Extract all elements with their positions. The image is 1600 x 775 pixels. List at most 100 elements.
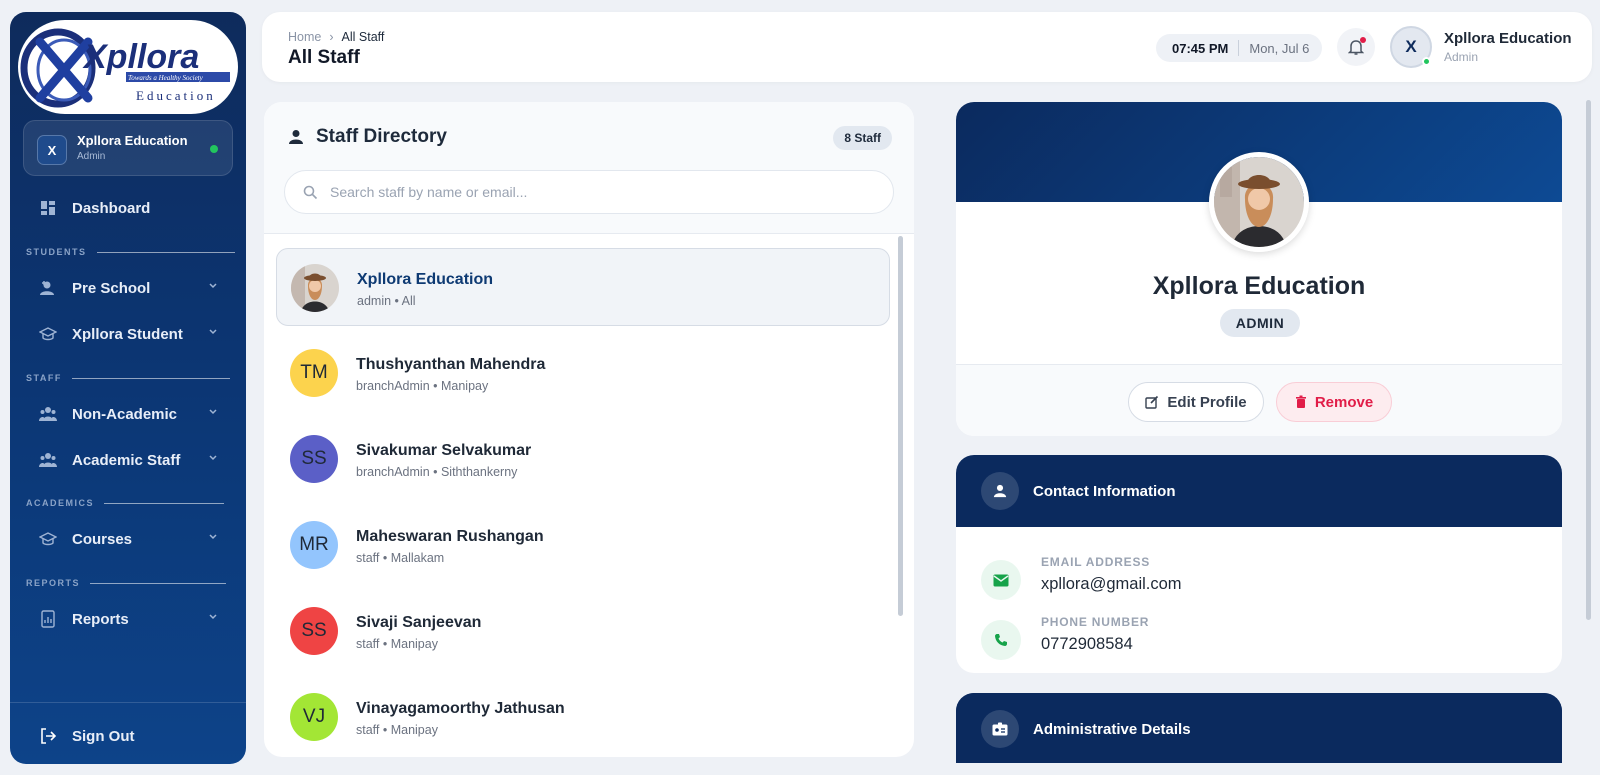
staff-meta: staff • Manipay <box>356 723 438 737</box>
email-row: EMAIL ADDRESS xpllora@gmail.com <box>981 555 1541 611</box>
sidebar-user-avatar: X <box>37 135 67 165</box>
phone-label: PHONE NUMBER <box>1041 615 1150 629</box>
breadcrumb: Home › All Staff <box>288 30 384 44</box>
remove-button[interactable]: Remove <box>1276 382 1392 422</box>
remove-label: Remove <box>1314 393 1374 411</box>
topbar-user-name[interactable]: Xpllora Education <box>1444 30 1572 47</box>
topbar-user-role: Admin <box>1444 50 1479 64</box>
card-title: Administrative Details <box>1033 720 1191 738</box>
email-value[interactable]: xpllora@gmail.com <box>1041 575 1182 594</box>
section-label-reports: REPORTS <box>26 578 227 588</box>
phone-value[interactable]: 0772908584 <box>1041 635 1133 654</box>
sidebar-item-label: Courses <box>72 530 133 548</box>
svg-text:Xpllora: Xpllora <box>82 38 199 76</box>
sidebar-item-reports[interactable]: Reports <box>28 601 228 637</box>
staff-list: Xpllora Education admin • All TM Thushya… <box>276 248 890 757</box>
top-bar: Home › All Staff All Staff 07:45 PM Mon,… <box>262 12 1592 82</box>
sidebar-item-academic-staff[interactable]: Academic Staff <box>28 442 228 478</box>
avatar: TM <box>290 349 338 397</box>
staff-name: Thushyanthan Mahendra <box>356 356 546 373</box>
users-icon <box>38 404 58 424</box>
notification-badge <box>1360 37 1366 43</box>
graduation-cap-icon <box>38 529 58 549</box>
sidebar-user-role: Admin <box>77 151 106 162</box>
staff-meta: branchAdmin • Manipay <box>356 379 489 393</box>
role-badge: ADMIN <box>1220 309 1300 337</box>
chevron-down-icon <box>209 455 217 461</box>
sidebar-user-card[interactable]: X Xpllora Education Admin <box>23 120 233 176</box>
graduation-cap-icon <box>38 324 58 344</box>
profile-card: Xpllora Education ADMIN Edit Profile Rem… <box>956 102 1562 436</box>
clock-date: Mon, Jul 6 <box>1249 40 1310 56</box>
online-status-dot <box>210 145 218 153</box>
edit-icon <box>1145 395 1159 409</box>
sidebar-item-label: Pre School <box>72 279 151 297</box>
card-header: Administrative Details <box>956 693 1562 763</box>
sidebar-item-pre-school[interactable]: Pre School <box>28 270 228 306</box>
card-title: Contact Information <box>1033 482 1176 500</box>
online-status-dot <box>1422 57 1431 66</box>
sidebar-item-label: Academic Staff <box>72 451 181 469</box>
contact-information-card: Contact Information EMAIL ADDRESS xpllor… <box>956 455 1562 673</box>
search-icon <box>303 185 318 200</box>
breadcrumb-home[interactable]: Home <box>288 30 321 44</box>
brand-logo[interactable]: Xpllora Towards a Healthy Society Educat… <box>18 20 238 114</box>
avatar: MR <box>290 521 338 569</box>
list-item[interactable]: TM Thushyanthan Mahendra branchAdmin • M… <box>276 334 890 412</box>
staff-count-badge: 8 Staff <box>833 126 892 150</box>
sidebar-item-dashboard[interactable]: Dashboard <box>28 190 228 226</box>
sign-out-button[interactable]: Sign Out <box>28 718 228 754</box>
sign-out-label: Sign Out <box>72 727 135 745</box>
staff-meta: admin • All <box>357 294 416 308</box>
sidebar-item-label: Xpllora Student <box>72 325 183 343</box>
list-item[interactable]: SS Sivakumar Selvakumar branchAdmin • Si… <box>276 420 890 498</box>
list-item[interactable]: Xpllora Education admin • All <box>276 248 890 326</box>
list-item[interactable]: VJ Vinayagamoorthy Jathusan staff • Mani… <box>276 678 890 756</box>
sidebar-item-non-academic[interactable]: Non-Academic <box>28 396 228 432</box>
id-badge-icon <box>981 710 1019 748</box>
staff-directory-panel: Staff Directory 8 Staff Search staff by … <box>264 102 914 757</box>
staff-name: Xpllora Education <box>357 271 494 288</box>
report-icon <box>38 609 58 629</box>
administrative-details-card: Administrative Details <box>956 693 1562 763</box>
section-label-students: STUDENTS <box>26 247 235 257</box>
staff-meta: branchAdmin • Siththankerny <box>356 465 518 479</box>
chevron-down-icon <box>209 534 217 540</box>
list-item[interactable]: SS Sivaji Sanjeevan staff • Manipay <box>276 592 890 670</box>
card-header: Contact Information <box>956 455 1562 527</box>
svg-text:Education: Education <box>136 88 216 103</box>
topbar-user-avatar[interactable]: X <box>1390 26 1432 68</box>
user-icon <box>981 472 1019 510</box>
sidebar-item-courses[interactable]: Courses <box>28 521 228 557</box>
list-scrollbar[interactable] <box>898 236 903 616</box>
staff-name: Maheswaran Rushangan <box>356 528 544 545</box>
trash-icon <box>1295 395 1306 408</box>
page-scrollbar[interactable] <box>1586 100 1591 620</box>
section-label-academics: ACADEMICS <box>26 498 225 508</box>
avatar: VJ <box>290 693 338 741</box>
notifications-button[interactable] <box>1337 28 1375 66</box>
sidebar-item-label: Dashboard <box>72 199 151 217</box>
directory-title-text: Staff Directory <box>316 126 447 147</box>
chevron-down-icon <box>209 614 217 620</box>
list-item[interactable]: MR Maheswaran Rushangan staff • Mallakam <box>276 506 890 584</box>
staff-name: Sivaji Sanjeevan <box>356 614 482 631</box>
edit-profile-label: Edit Profile <box>1167 393 1247 411</box>
chevron-down-icon <box>209 409 217 415</box>
page-title: All Staff <box>288 47 360 68</box>
clock-time: 07:45 PM <box>1172 40 1229 56</box>
user-plus-icon <box>38 278 58 298</box>
edit-profile-button[interactable]: Edit Profile <box>1128 382 1264 422</box>
chevron-down-icon <box>209 329 217 335</box>
profile-avatar <box>1209 152 1309 252</box>
section-label-staff: STAFF <box>26 373 230 383</box>
avatar-initial: X <box>1405 37 1417 56</box>
mail-icon <box>981 560 1021 600</box>
sidebar-item-xpllora-student[interactable]: Xpllora Student <box>28 316 228 352</box>
search-input[interactable] <box>330 184 870 200</box>
user-icon <box>289 130 303 144</box>
avatar: SS <box>290 435 338 483</box>
users-icon <box>38 450 58 470</box>
email-label: EMAIL ADDRESS <box>1041 555 1151 569</box>
sidebar-item-label: Non-Academic <box>72 405 178 423</box>
